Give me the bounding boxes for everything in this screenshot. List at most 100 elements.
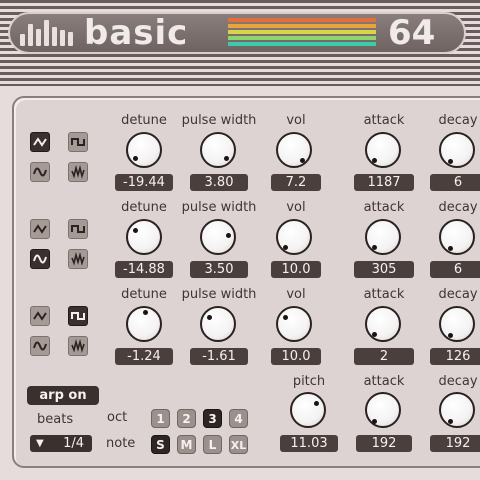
note-option[interactable]: S	[151, 435, 170, 454]
knob-indicator	[133, 155, 138, 161]
rainbow-stripe	[228, 24, 376, 28]
knob-indicator	[299, 158, 305, 164]
wave-button[interactable]	[68, 219, 88, 239]
oct-option[interactable]: 3	[203, 409, 222, 428]
knob-indicator	[372, 418, 377, 424]
wave-button[interactable]	[68, 132, 88, 152]
param-value[interactable]: -1.61	[190, 348, 248, 365]
oct-option[interactable]: 4	[229, 409, 248, 428]
wave-button[interactable]	[30, 306, 50, 326]
wave-button[interactable]	[30, 219, 50, 239]
param-label: vol	[286, 113, 306, 128]
param-knob[interactable]	[276, 219, 312, 255]
arp-param-label: attack	[363, 374, 405, 389]
param-knob[interactable]	[276, 132, 312, 168]
param-value[interactable]: 3.80	[190, 174, 248, 191]
wave-button[interactable]	[30, 162, 50, 182]
param-knob[interactable]	[365, 219, 401, 255]
wave-button[interactable]	[30, 249, 50, 269]
param-knob[interactable]	[365, 306, 401, 342]
param-label: attack	[363, 287, 405, 302]
param-label: decay	[438, 287, 478, 302]
oct-label: oct	[107, 410, 128, 425]
oct-option[interactable]: 2	[177, 409, 196, 428]
param-knob[interactable]	[126, 132, 162, 168]
arp-toggle-button[interactable]: arp on	[27, 386, 99, 405]
param-label: decay	[438, 200, 478, 215]
param-label: vol	[286, 287, 306, 302]
param-value[interactable]: -1.24	[115, 348, 173, 365]
wave-button[interactable]	[68, 306, 88, 326]
wave-button[interactable]	[30, 132, 50, 152]
param-label: pulse width	[181, 200, 257, 215]
param-knob[interactable]	[276, 306, 312, 342]
param-knob[interactable]	[439, 219, 475, 255]
param-knob[interactable]	[439, 306, 475, 342]
arp-param-knob[interactable]	[365, 392, 401, 428]
note-option[interactable]: XL	[229, 435, 248, 454]
arp-param-label: decay	[438, 374, 478, 389]
param-knob[interactable]	[200, 219, 236, 255]
param-value[interactable]: 126	[430, 348, 480, 365]
param-value[interactable]: 2	[354, 348, 414, 365]
arp-param-label: pitch	[292, 374, 326, 389]
param-value[interactable]: 6	[430, 174, 480, 191]
knob-indicator	[372, 245, 377, 251]
knob-indicator	[372, 332, 377, 338]
param-knob[interactable]	[439, 132, 475, 168]
knob-indicator	[142, 310, 148, 316]
param-knob[interactable]	[365, 132, 401, 168]
param-value[interactable]: -19.44	[115, 174, 173, 191]
param-value[interactable]: 7.2	[271, 174, 321, 191]
app-title-number: 64	[388, 13, 436, 53]
param-label: decay	[438, 113, 478, 128]
knob-indicator	[283, 314, 288, 320]
knob-indicator	[225, 233, 231, 239]
param-value[interactable]: 3.50	[190, 261, 248, 278]
param-label: detune	[121, 200, 167, 215]
param-value[interactable]: -14.88	[115, 261, 173, 278]
param-value[interactable]: 10.0	[271, 261, 321, 278]
rainbow-stripe	[228, 30, 376, 34]
knob-indicator	[372, 158, 377, 164]
knob-indicator	[207, 314, 212, 320]
note-label: note	[106, 436, 136, 451]
param-label: detune	[121, 113, 167, 128]
arp-param-value[interactable]: 192	[356, 435, 412, 452]
arp-param-knob[interactable]	[290, 392, 326, 428]
knob-indicator	[133, 227, 138, 233]
oct-option[interactable]: 1	[151, 409, 170, 428]
param-value[interactable]: 6	[430, 261, 480, 278]
note-option[interactable]: L	[203, 435, 222, 454]
wave-button[interactable]	[68, 336, 88, 356]
param-label: pulse width	[181, 113, 257, 128]
param-label: detune	[121, 287, 167, 302]
param-knob[interactable]	[200, 132, 236, 168]
param-value[interactable]: 1187	[354, 174, 414, 191]
chevron-down-icon: ▼	[36, 438, 44, 449]
rainbow-stripe	[228, 42, 376, 46]
param-knob[interactable]	[200, 306, 236, 342]
wave-button[interactable]	[68, 249, 88, 269]
beats-label: beats	[37, 412, 74, 427]
beats-value: 1/4	[63, 436, 84, 451]
note-option[interactable]: M	[177, 435, 196, 454]
param-knob[interactable]	[126, 306, 162, 342]
arp-param-value[interactable]: 192	[430, 435, 480, 452]
param-label: pulse width	[181, 287, 257, 302]
param-value[interactable]: 305	[354, 261, 414, 278]
wave-button[interactable]	[30, 336, 50, 356]
arp-param-knob[interactable]	[439, 392, 475, 428]
knob-indicator	[313, 400, 319, 406]
knob-indicator	[283, 245, 288, 251]
wave-button[interactable]	[68, 162, 88, 182]
beats-select[interactable]: ▼ 1/4	[30, 435, 92, 452]
param-value[interactable]: 10.0	[271, 348, 321, 365]
knob-indicator	[447, 418, 453, 424]
knob-indicator	[447, 332, 453, 338]
param-label: vol	[286, 200, 306, 215]
param-knob[interactable]	[126, 219, 162, 255]
rainbow-stripes	[228, 18, 376, 48]
rainbow-stripe	[228, 18, 376, 22]
arp-param-value[interactable]: 11.03	[280, 435, 338, 452]
